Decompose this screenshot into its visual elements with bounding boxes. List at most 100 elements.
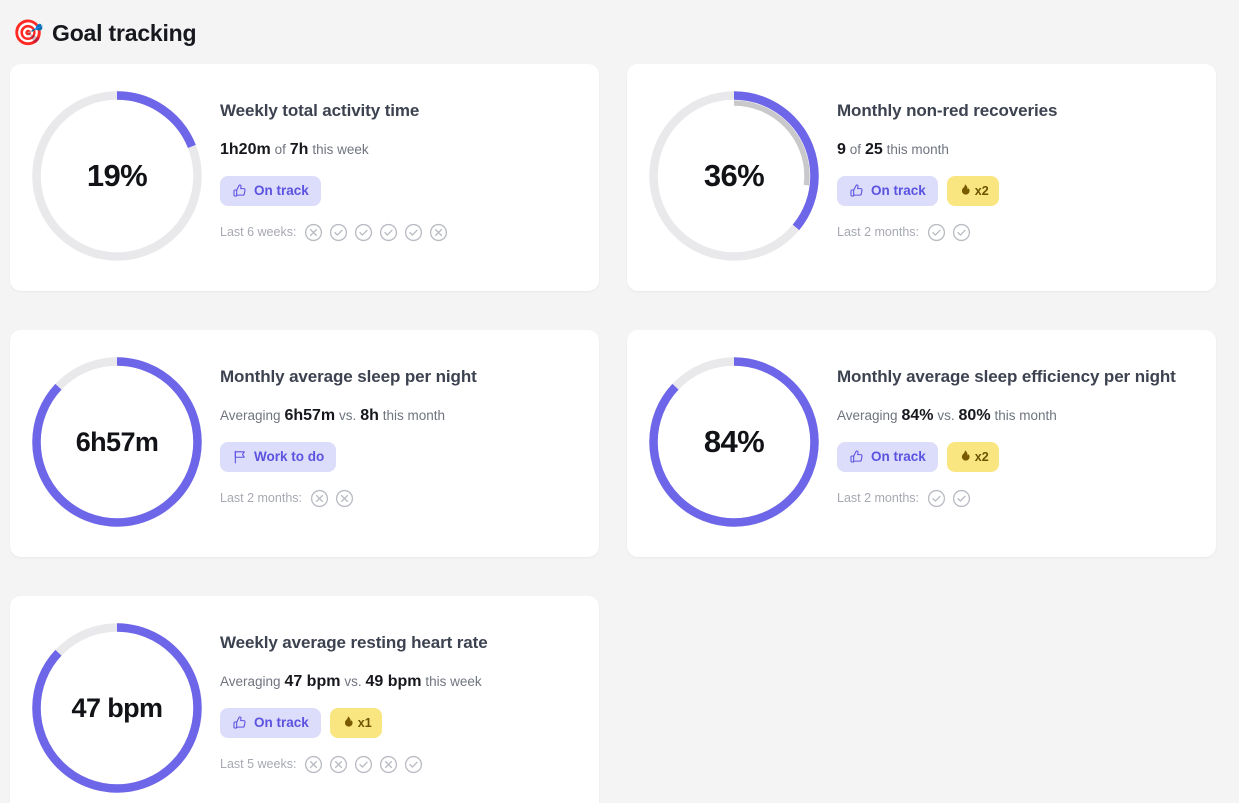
history-pass-icon [379, 223, 398, 242]
stat-target-value: 25 [864, 140, 883, 158]
stat-period: this week [425, 673, 482, 689]
stat-connector: vs. [937, 407, 955, 423]
stat-period: this month [994, 407, 1057, 423]
history-fail-icon [329, 755, 348, 774]
goal-title: Monthly non-red recoveries [837, 101, 1058, 120]
stat-current-value: 47 bpm [284, 672, 341, 690]
goal-title: Monthly average sleep efficiency per nig… [837, 367, 1176, 386]
page-header: 🎯 Goal tracking [0, 0, 1239, 55]
history-fail-icon [310, 489, 329, 508]
badge-row: Work to do [220, 441, 579, 472]
history-fail-icon [304, 223, 323, 242]
status-badge[interactable]: On track [220, 707, 321, 738]
history-row: Last 2 months: [220, 489, 579, 508]
status-label: On track [254, 715, 309, 731]
stat-target-value: 49 bpm [365, 672, 422, 690]
goal-stat-line: Averaging 84% vs. 80% this month [837, 406, 1196, 427]
goal-card-monthly-non-red-recoveries[interactable]: 36% Monthly non-red recoveries 9 of 25 thi… [627, 64, 1216, 291]
donut-wrapper: 84% [639, 347, 829, 537]
donut-wrapper: 47 bpm [22, 613, 212, 803]
goal-stat-line: Averaging 47 bpm vs. 49 bpm this week [220, 672, 579, 693]
goal-title: Weekly total activity time [220, 101, 420, 120]
fire-icon [957, 183, 972, 198]
goal-card-body: Monthly non-red recoveries 9 of 25 this m… [829, 81, 1196, 242]
status-badge[interactable]: On track [837, 175, 938, 206]
status-label: Work to do [254, 449, 325, 465]
history-pass-icon [404, 223, 423, 242]
stat-target-value: 80% [958, 406, 991, 424]
stat-connector: of [274, 141, 286, 157]
streak-count: x2 [974, 449, 989, 464]
streak-badge[interactable]: x1 [329, 707, 382, 738]
status-badge[interactable]: On track [837, 441, 938, 472]
status-label: On track [871, 183, 926, 199]
stat-period: this week [312, 141, 369, 157]
stat-connector: of [849, 141, 862, 157]
history-pass-icon [927, 223, 946, 242]
history-label: Last 5 weeks: [220, 757, 297, 772]
goal-card-body: Weekly total activity time 1h20m of 7h th… [212, 81, 579, 242]
streak-badge[interactable]: x2 [946, 175, 999, 206]
history-label: Last 2 months: [837, 225, 919, 240]
stat-connector: vs. [339, 407, 357, 423]
streak-count: x1 [357, 715, 372, 730]
streak-badge[interactable]: x2 [946, 441, 999, 472]
stat-period: this month [382, 407, 446, 423]
history-pass-icon [354, 755, 373, 774]
history-fail-icon [335, 489, 354, 508]
history-pass-icon [404, 755, 423, 774]
history-label: Last 6 weeks: [220, 225, 297, 240]
goal-card-weekly-total-activity-time[interactable]: 19% Weekly total activity time 1h20m of 7h… [10, 64, 599, 291]
donut-value-label: 84% [703, 424, 765, 459]
history-pass-icon [329, 223, 348, 242]
goal-card-body: Weekly average resting heart rate Averagi… [212, 613, 579, 774]
stat-connector: vs. [344, 673, 362, 689]
thumbs-up-icon [232, 715, 248, 731]
thumbs-up-icon [849, 449, 865, 465]
fire-icon [340, 715, 355, 730]
goal-card-body: Monthly average sleep efficiency per nig… [829, 347, 1196, 508]
history-row: Last 5 weeks: [220, 755, 579, 774]
stat-prefix: Averaging [220, 407, 281, 423]
goal-stat-line: 9 of 25 this month [837, 140, 1196, 161]
stat-target-value: 8h [360, 406, 379, 424]
history-pass-icon [952, 223, 971, 242]
history-label: Last 2 months: [220, 491, 302, 506]
history-row: Last 2 months: [837, 223, 1196, 242]
stat-current-value: 1h20m [220, 140, 271, 158]
stat-period: this month [886, 141, 949, 157]
donut-wrapper: 6h57m [22, 347, 212, 537]
history-row: Last 2 months: [837, 489, 1196, 508]
history-fail-icon [304, 755, 323, 774]
donut-value-label: 47 bpm [71, 692, 164, 723]
donut-wrapper: 19% [22, 81, 212, 271]
goal-title: Weekly average resting heart rate [220, 633, 488, 652]
history-pass-icon [354, 223, 373, 242]
goal-tracking-page: 🎯 Goal tracking 19% Weekly total activity… [0, 0, 1239, 803]
goal-card-monthly-average-sleep-efficiency-per-night[interactable]: 84% Monthly average sleep efficiency per … [627, 330, 1216, 557]
thumbs-up-icon [232, 183, 248, 199]
stat-current-value: 84% [901, 406, 934, 424]
thumbs-up-icon [849, 183, 865, 199]
history-pass-icon [952, 489, 971, 508]
goal-card-body: Monthly average sleep per night Averaging… [212, 347, 579, 508]
goal-stat-line: Averaging 6h57m vs. 8h this month [220, 406, 579, 427]
status-badge[interactable]: Work to do [220, 441, 337, 472]
badge-row: On track [220, 175, 579, 206]
history-fail-icon [429, 223, 448, 242]
dart-target-icon: 🎯 [12, 19, 44, 47]
status-badge[interactable]: On track [220, 175, 321, 206]
history-label: Last 2 months: [837, 491, 919, 506]
history-pass-icon [927, 489, 946, 508]
goal-card-weekly-average-resting-heart-rate[interactable]: 47 bpm Weekly average resting heart rate A… [10, 596, 599, 803]
badge-row: On track x2 [837, 175, 1196, 206]
stat-prefix: Averaging [837, 407, 898, 423]
streak-count: x2 [974, 183, 989, 198]
badge-row: On track x1 [220, 707, 579, 738]
donut-wrapper: 36% [639, 81, 829, 271]
status-label: On track [871, 449, 926, 465]
goal-card-monthly-average-sleep-per-night[interactable]: 6h57m Monthly average sleep per night Aver… [10, 330, 599, 557]
stat-prefix: Averaging [220, 673, 281, 689]
goal-cards-grid: 19% Weekly total activity time 1h20m of 7h… [10, 64, 1229, 803]
goal-title: Monthly average sleep per night [220, 367, 477, 386]
